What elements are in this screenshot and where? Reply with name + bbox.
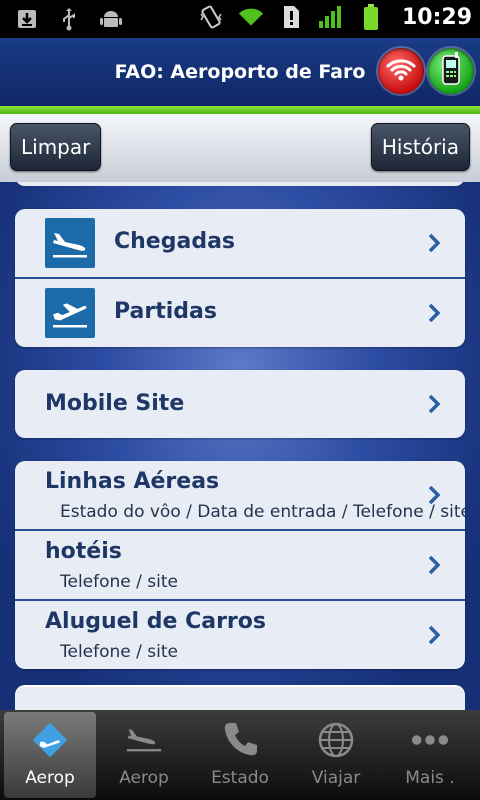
globe-icon: [316, 720, 356, 760]
main-content: Chegadas Partidas Mobile Site Linhas Aér…: [0, 182, 480, 710]
tab-label: Aerop: [25, 768, 75, 788]
clock: 10:29: [401, 4, 472, 30]
list-item-subtitle: Telefone / site: [60, 642, 178, 662]
services-group: Linhas Aéreas Estado do vôo / Data de en…: [15, 461, 465, 669]
phone-icon: [220, 720, 260, 760]
android-icon: [98, 6, 124, 32]
history-button[interactable]: História: [370, 123, 470, 171]
plane-landing-icon: [124, 720, 164, 760]
chevron-right-icon: [428, 485, 441, 505]
tab-airport[interactable]: Aerop: [4, 712, 96, 798]
accent-divider: [0, 106, 480, 114]
list-item-airlines[interactable]: Linhas Aéreas Estado do vôo / Data de en…: [15, 461, 465, 531]
vibrate-icon: [198, 4, 224, 30]
list-item-departures[interactable]: Partidas: [15, 279, 465, 347]
tab-label: Viajar: [311, 768, 361, 788]
clear-button[interactable]: Limpar: [10, 123, 102, 171]
cell-signal-icon: [318, 4, 344, 30]
list-item-subtitle: Estado do vôo / Data de entrada / Telefo…: [60, 502, 465, 522]
wifi-button[interactable]: [378, 48, 424, 94]
page-title: FAO: Aeroporto de Faro: [114, 61, 366, 83]
usb-icon: [56, 6, 82, 32]
chevron-right-icon: [428, 303, 441, 323]
phone-button[interactable]: [428, 48, 474, 94]
list-item-label: Mobile Site: [45, 391, 185, 416]
tab-bar: Aerop Aerop Estado Viajar Mais .: [0, 710, 480, 800]
list-item-label: Chegadas: [114, 229, 236, 254]
list-item-label: Aluguel de Carros: [45, 609, 266, 634]
tab-arrivals[interactable]: Aerop: [98, 712, 190, 798]
status-bar: 10:29: [0, 0, 480, 38]
tab-travel[interactable]: Viajar: [290, 712, 382, 798]
mobile-site-group: Mobile Site: [15, 370, 465, 438]
tab-label: Estado: [211, 768, 269, 788]
chevron-right-icon: [428, 555, 441, 575]
tab-status[interactable]: Estado: [194, 712, 286, 798]
previous-group-stub: [15, 182, 465, 186]
list-item-label: Linhas Aéreas: [45, 469, 220, 494]
list-item-arrivals[interactable]: Chegadas: [15, 209, 465, 279]
list-item-label: Partidas: [114, 299, 217, 324]
tab-label: Mais .: [405, 768, 455, 788]
plane-arrival-icon: [45, 218, 95, 268]
app-header: FAO: Aeroporto de Faro: [0, 38, 480, 108]
list-item-label: hotéis: [45, 539, 122, 564]
battery-icon: [358, 4, 384, 30]
list-item-mobile-site[interactable]: Mobile Site: [15, 370, 465, 438]
more-icon: [410, 720, 450, 760]
plane-departure-icon: [45, 288, 95, 338]
plane-icon: [30, 720, 70, 760]
chevron-right-icon: [428, 233, 441, 253]
list-item-car-rental[interactable]: Aluguel de Carros Telefone / site: [15, 601, 465, 669]
tab-more[interactable]: Mais .: [384, 712, 476, 798]
list-item-subtitle: Telefone / site: [60, 572, 178, 592]
list-item-hotels[interactable]: hotéis Telefone / site: [15, 531, 465, 601]
alert-icon: [278, 4, 304, 30]
toolbar: Limpar História: [0, 114, 480, 182]
next-group-stub: [15, 685, 465, 710]
flights-group: Chegadas Partidas: [15, 209, 465, 347]
chevron-right-icon: [428, 625, 441, 645]
phone-icon: [440, 52, 462, 90]
chevron-right-icon: [428, 394, 441, 414]
wifi-icon: [385, 56, 417, 86]
tab-label: Aerop: [119, 768, 169, 788]
wifi-signal-icon: [238, 4, 264, 30]
download-icon: [14, 6, 40, 32]
